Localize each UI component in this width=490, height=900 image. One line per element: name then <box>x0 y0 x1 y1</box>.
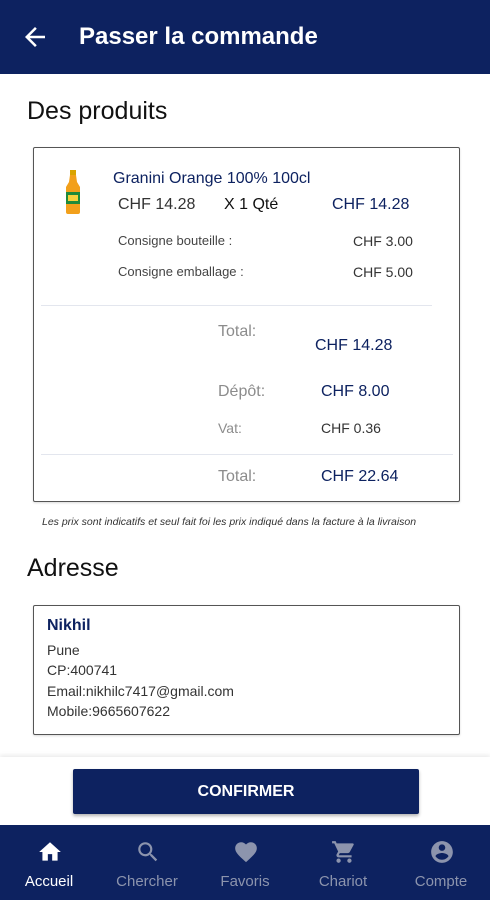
order-summary-card: Granini Orange 100% 100cl CHF 14.28 X 1 … <box>33 147 460 502</box>
nav-item-chariot[interactable]: Chariot <box>294 825 392 900</box>
bottle-deposit-value: CHF 3.00 <box>353 233 413 249</box>
deposit-value: CHF 8.00 <box>321 383 390 400</box>
bottom-navigation: Accueil Chercher Favoris Chariot Compte <box>0 825 490 900</box>
nav-item-compte[interactable]: Compte <box>392 825 490 900</box>
nav-item-accueil[interactable]: Accueil <box>0 825 98 900</box>
divider <box>41 305 432 306</box>
nav-label: Chercher <box>116 873 178 890</box>
address-section-title: Adresse <box>27 554 119 582</box>
nav-label: Accueil <box>24 873 74 890</box>
products-section-title: Des produits <box>27 97 168 125</box>
back-arrow-icon[interactable] <box>20 22 50 52</box>
product-name: Granini Orange 100% 100cl <box>113 170 311 187</box>
vat-value: CHF 0.36 <box>321 420 381 436</box>
total-label: Total: <box>218 468 257 485</box>
confirm-button[interactable]: CONFIRMER <box>73 769 419 814</box>
nav-item-chercher[interactable]: Chercher <box>98 825 196 900</box>
nav-item-favoris[interactable]: Favoris <box>196 825 294 900</box>
cart-icon <box>332 841 354 863</box>
packaging-deposit-value: CHF 5.00 <box>353 264 413 280</box>
address-mobile: Mobile:9665607622 <box>47 703 170 719</box>
product-quantity: X 1 Qté <box>224 196 279 213</box>
nav-label: Favoris <box>220 873 270 890</box>
product-unit-price: CHF 14.28 <box>118 196 196 213</box>
bottle-deposit-label: Consigne bouteille : <box>118 233 233 248</box>
total-value: CHF 22.64 <box>321 468 399 485</box>
confirm-bar: CONFIRMER <box>0 757 490 825</box>
product-line-total: CHF 14.28 <box>332 196 410 213</box>
nav-label: Chariot <box>318 873 368 890</box>
subtotal-value: CHF 14.28 <box>315 337 393 354</box>
nav-label: Compte <box>414 873 468 890</box>
address-city: Pune <box>47 642 80 658</box>
heart-icon <box>235 842 257 863</box>
divider <box>41 454 453 455</box>
product-image <box>66 170 80 214</box>
address-card[interactable]: Nikhil Pune CP:400741 Email:nikhilc7417@… <box>33 605 460 735</box>
deposit-label: Dépôt: <box>218 383 266 400</box>
search-icon <box>138 842 158 862</box>
home-icon <box>39 842 61 861</box>
subtotal-label: Total: <box>218 323 257 340</box>
vat-label: Vat: <box>218 420 242 436</box>
price-disclaimer: Les prix sont indicatifs et seul fait fo… <box>42 516 417 528</box>
app-bar: Passer la commande <box>0 0 490 74</box>
page-title: Passer la commande <box>79 23 318 50</box>
account-icon <box>431 841 453 863</box>
address-postal-code: CP:400741 <box>47 662 118 678</box>
address-email: Email:nikhilc7417@gmail.com <box>47 683 234 699</box>
address-name: Nikhil <box>47 617 91 634</box>
packaging-deposit-label: Consigne emballage : <box>118 264 244 279</box>
